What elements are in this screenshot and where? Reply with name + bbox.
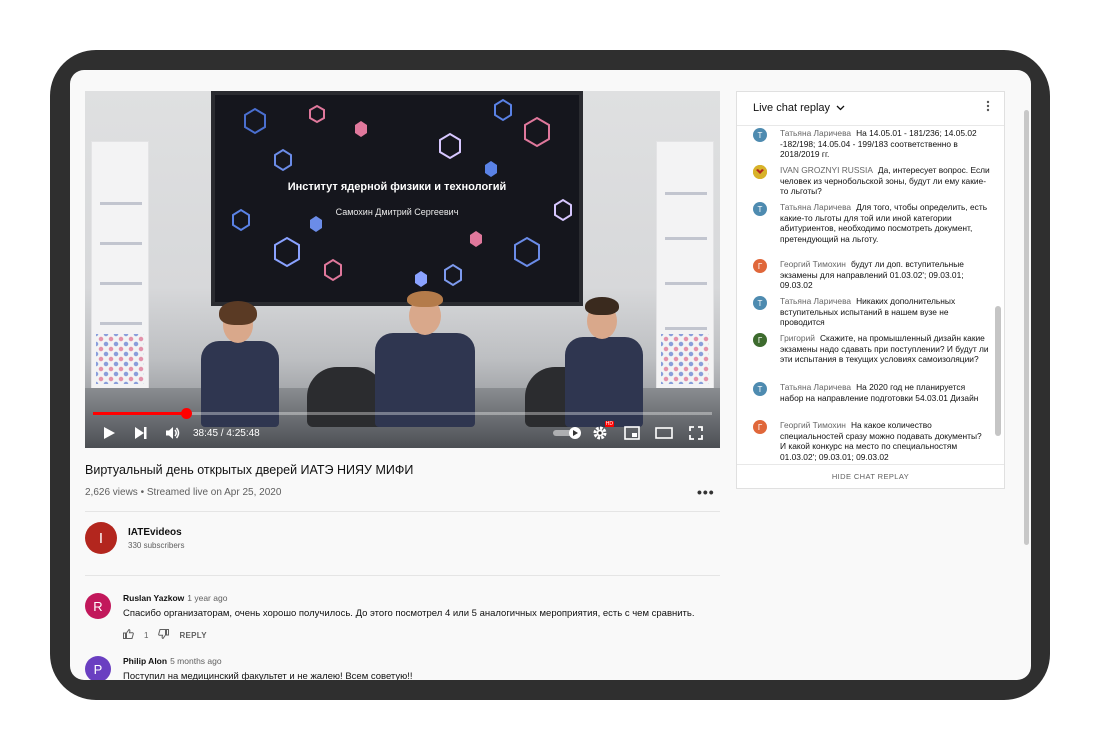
left-banner: [91, 141, 149, 391]
channel-subscribers: 330 subscribers: [128, 541, 185, 550]
hd-badge: HD: [604, 421, 614, 427]
comment: R Ruslan Yazkow 1 year ago Спасибо органи…: [85, 593, 720, 643]
chat-scrollbar[interactable]: [995, 306, 1001, 436]
comment-time[interactable]: 1 year ago: [187, 593, 227, 603]
divider: [85, 511, 720, 512]
chat-author: Георгий Тимохин: [780, 259, 846, 269]
chat-menu-button[interactable]: [986, 100, 990, 115]
volume-button[interactable]: [157, 418, 189, 448]
dislike-button[interactable]: [158, 629, 170, 641]
chat-avatar: Т: [753, 382, 767, 396]
slide-title: Институт ядерной физики и технологий: [287, 181, 507, 193]
live-chat-panel: Live chat replay Т Татьяна Ларичева На 14…: [736, 91, 1005, 489]
chevron-down-icon: [836, 105, 845, 111]
video-title: Виртуальный день открытых дверей ИАТЭ НИ…: [85, 463, 414, 477]
video-player[interactable]: Институт ядерной физики и технологий Сам…: [85, 91, 720, 448]
comment-avatar[interactable]: R: [85, 593, 111, 619]
comment-text: Спасибо организаторам, очень хорошо полу…: [123, 608, 695, 619]
chat-author: Татьяна Ларичева: [780, 296, 852, 306]
miniplayer-button[interactable]: [616, 418, 648, 448]
volume-icon: [166, 427, 180, 439]
eagle-emblem-icon: [753, 165, 767, 179]
chat-mode-label: Live chat replay: [753, 102, 831, 114]
autoplay-toggle[interactable]: [552, 418, 584, 448]
chat-author: Георгий Тимохин: [780, 420, 846, 430]
chat-author: Татьяна Ларичева: [780, 382, 852, 392]
divider: [85, 575, 720, 576]
player-controls: 38:45 / 4:25:48 HD: [85, 418, 720, 448]
like-button[interactable]: [123, 628, 134, 641]
chat-avatar: Т: [753, 202, 767, 216]
thumbs-up-icon: [123, 628, 134, 639]
channel-avatar[interactable]: I: [85, 522, 117, 554]
browser-page: Институт ядерной физики и технологий Сам…: [70, 70, 1031, 680]
play-icon: [104, 427, 115, 439]
comment-author[interactable]: Philip Alon 5 months ago: [123, 656, 222, 666]
time-display: 38:45 / 4:25:48: [193, 427, 260, 439]
hide-chat-button[interactable]: HIDE CHAT REPLAY: [737, 464, 1004, 488]
comment-actions: 1 REPLY: [123, 628, 217, 641]
fullscreen-button[interactable]: [680, 418, 712, 448]
skip-next-icon: [135, 427, 147, 439]
next-button[interactable]: [125, 418, 157, 448]
right-banner: [656, 141, 714, 391]
chat-header: Live chat replay: [737, 92, 1004, 126]
play-button[interactable]: [93, 418, 125, 448]
projector-screen: Институт ядерной физики и технологий Сам…: [211, 91, 583, 306]
autoplay-icon: [553, 427, 581, 439]
chat-avatar: Г: [753, 333, 767, 347]
gear-icon: [593, 426, 607, 440]
progress-played: [93, 412, 186, 415]
fullscreen-icon: [689, 426, 703, 440]
video-stats: 2,626 views • Streamed live on Apr 25, 2…: [85, 487, 282, 498]
miniplayer-icon: [624, 426, 640, 440]
more-actions-button[interactable]: •••: [697, 484, 715, 500]
chat-mode-dropdown[interactable]: Live chat replay: [753, 102, 845, 114]
comment-text: Поступил на медицинский факультет и не ж…: [123, 671, 413, 680]
chat-avatar: Т: [753, 296, 767, 310]
page-scrollbar[interactable]: [1024, 110, 1029, 545]
theater-mode-button[interactable]: [648, 418, 680, 448]
settings-button[interactable]: HD: [584, 418, 616, 448]
chat-message-list[interactable]: Т Татьяна Ларичева На 14.05.01 - 181/236;…: [737, 126, 994, 466]
comment-avatar[interactable]: P: [85, 656, 111, 680]
slide-subtitle: Самохин Дмитрий Сергеевич: [335, 207, 459, 217]
thumbs-down-icon: [158, 629, 170, 640]
progress-bar[interactable]: [93, 408, 712, 419]
chat-author: Татьяна Ларичева: [780, 202, 852, 212]
like-count: 1: [144, 630, 149, 640]
comment: P Philip Alon 5 months ago Поступил на ме…: [85, 656, 720, 680]
chat-author: IVAN GROZNYI RUSSIA: [780, 165, 873, 175]
comment-author[interactable]: Ruslan Yazkow 1 year ago: [123, 593, 227, 603]
reply-button[interactable]: REPLY: [179, 631, 206, 640]
chat-author: Татьяна Ларичева: [780, 128, 852, 138]
more-vert-icon: [986, 100, 990, 112]
channel-name[interactable]: IATEvideos: [128, 527, 182, 538]
theater-icon: [655, 427, 673, 439]
chat-avatar: Г: [753, 420, 767, 434]
chat-avatar: [753, 165, 767, 179]
chat-avatar: Г: [753, 259, 767, 273]
chat-avatar: Т: [753, 128, 767, 142]
chat-author: Григорий: [780, 333, 815, 343]
comment-time[interactable]: 5 months ago: [170, 656, 222, 666]
